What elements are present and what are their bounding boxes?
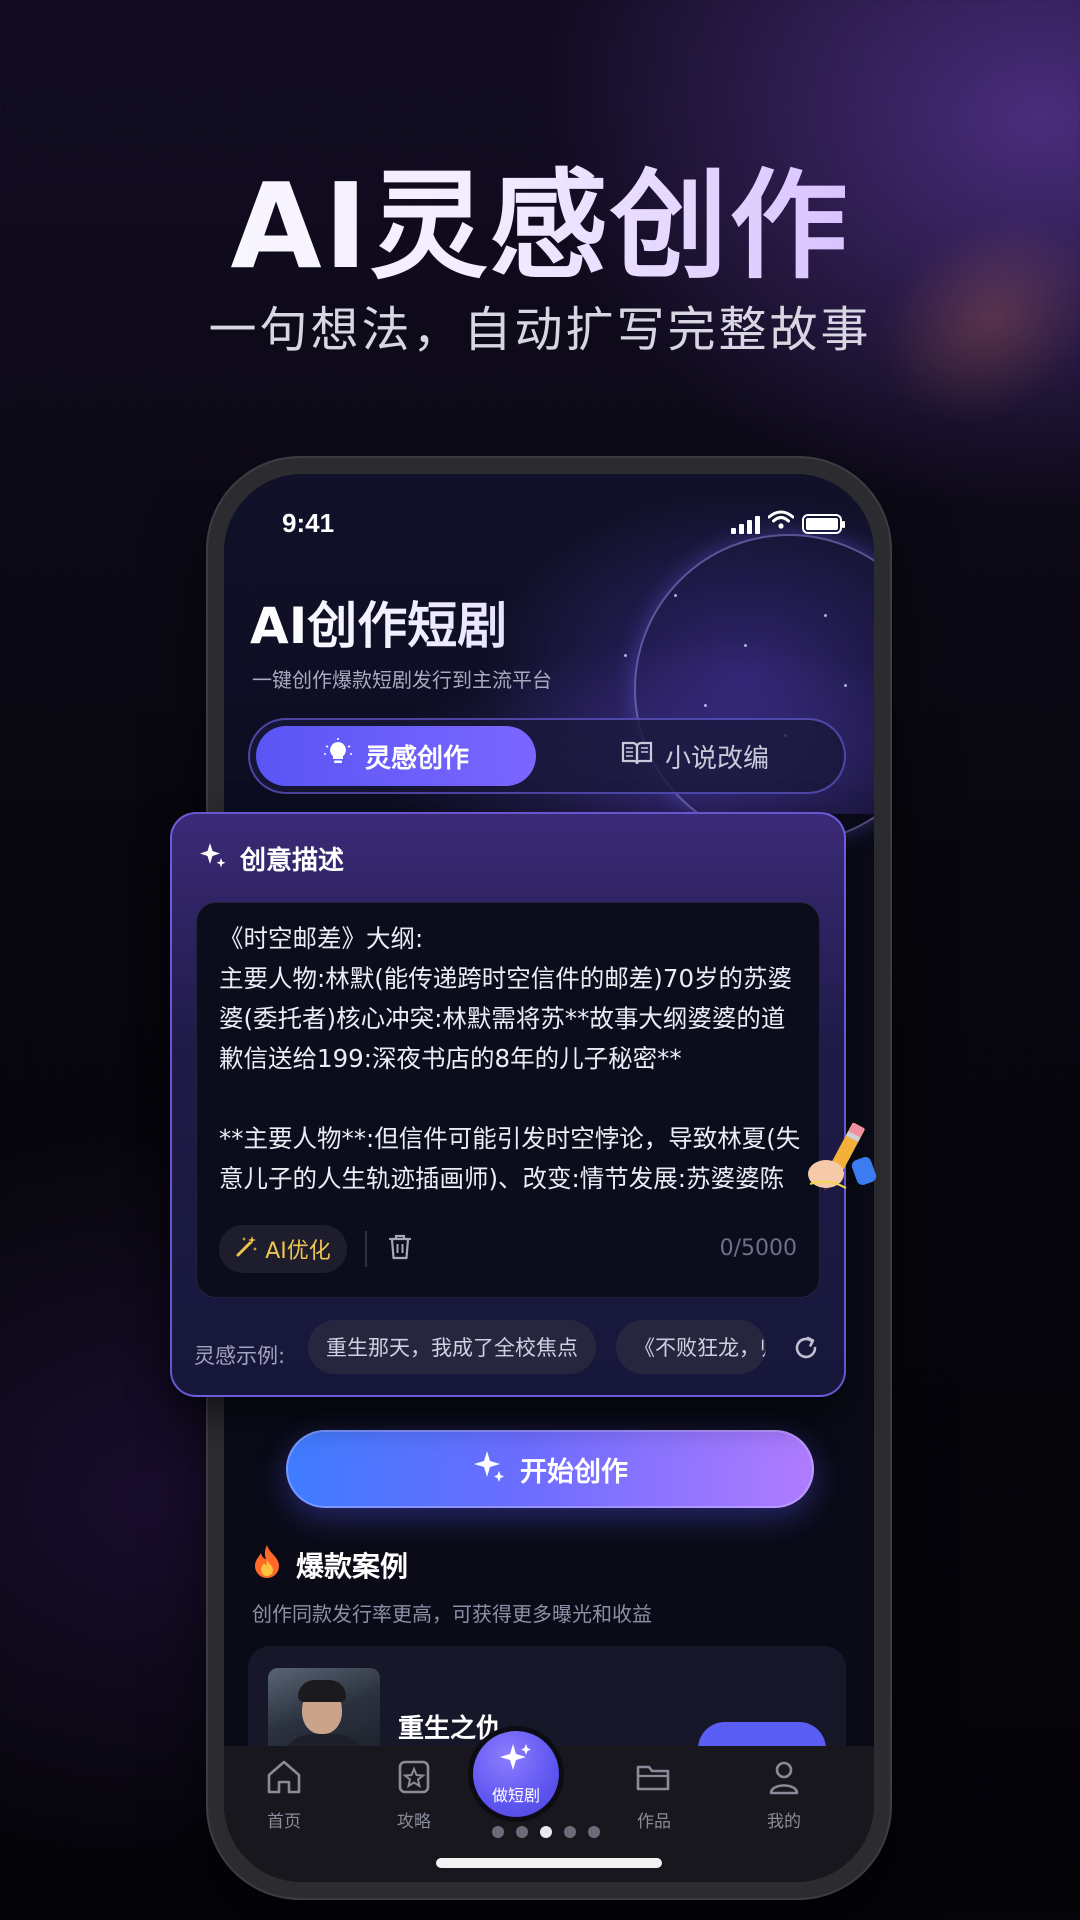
trash-icon[interactable] (387, 1233, 413, 1265)
ai-optimize-label: AI优化 (265, 1239, 331, 1264)
tab-inspiration[interactable]: 灵感创作 (256, 726, 536, 786)
card-header: 创意描述 (198, 840, 344, 877)
tabbar-guide-label: 攻略 (397, 1812, 431, 1832)
ai-optimize-button[interactable]: AI优化 (219, 1225, 347, 1273)
page-dot (492, 1826, 504, 1838)
mode-tabs: 灵感创作 小说改编 (248, 718, 846, 794)
page-dot-active (540, 1826, 552, 1838)
char-counter: 0/5000 (719, 1236, 797, 1261)
sparkle-icon (198, 840, 228, 877)
folder-icon (634, 1758, 674, 1801)
hot-cases-subtitle: 创作同款发行率更高，可获得更多曝光和收益 (252, 1602, 652, 1626)
example-chip[interactable]: 重生那天，我成了全校焦点 (308, 1320, 596, 1374)
tab-inspiration-label: 灵感创作 (364, 743, 469, 774)
toolbar-divider (365, 1231, 367, 1267)
page-dot (564, 1826, 576, 1838)
app-subtitle: 一键创作爆款短剧发行到主流平台 (252, 668, 552, 692)
tabbar-mine-label: 我的 (767, 1812, 801, 1832)
tabbar-item-mine[interactable]: 我的 (734, 1758, 834, 1832)
hero-title: AI灵感创作 (0, 130, 1080, 301)
guide-icon (394, 1758, 434, 1801)
tabbar-item-works[interactable]: 作品 (604, 1758, 704, 1832)
page-dot (516, 1826, 528, 1838)
card-heading: 创意描述 (240, 846, 345, 876)
hot-cases-title-text: 爆款案例 (296, 1549, 409, 1583)
wifi-icon (767, 510, 795, 534)
tabbar-home-label: 首页 (267, 1812, 301, 1832)
hot-cases-title: 爆款案例 (252, 1544, 408, 1585)
battery-icon (802, 514, 845, 534)
page-dot (588, 1826, 600, 1838)
story-input-text[interactable]: 《时空邮差》大纲: 主要人物:林默(能传递跨时空信件的邮差)70岁的苏婆婆(委托… (219, 919, 803, 1199)
make-drama-button[interactable]: 做短剧 (468, 1726, 564, 1822)
make-drama-label: 做短剧 (491, 1786, 540, 1805)
signal-icon (731, 514, 760, 534)
fire-icon (252, 1544, 282, 1585)
tab-novel-adapt[interactable]: 小说改编 (550, 726, 840, 786)
story-input[interactable]: 《时空邮差》大纲: 主要人物:林默(能传递跨时空信件的邮差)70岁的苏婆婆(委托… (196, 902, 820, 1298)
tab-novel-label: 小说改编 (664, 743, 769, 774)
tabbar-works-label: 作品 (637, 1812, 671, 1832)
book-icon (621, 740, 653, 773)
pencil-hand-icon (798, 1118, 878, 1212)
home-indicator (436, 1858, 662, 1868)
creative-description-card: 创意描述 《时空邮差》大纲: 主要人物:林默(能传递跨时空信件的邮差)70岁的苏… (170, 812, 846, 1397)
lightbulb-icon (323, 737, 353, 775)
examples-label: 灵感示例: (194, 1344, 286, 1368)
tabbar-item-guide[interactable]: 攻略 (364, 1758, 464, 1832)
sparkle-icon (472, 1449, 506, 1490)
page-indicator (492, 1826, 600, 1838)
app-title: AI创作短剧 (250, 586, 507, 658)
status-time: 9:41 (282, 508, 335, 538)
sparkle-icon (498, 1742, 534, 1780)
home-icon (264, 1758, 304, 1801)
hero-subtitle: 一句想法，自动扩写完整故事 (208, 302, 872, 358)
start-create-label: 开始创作 (520, 1456, 628, 1488)
status-icons (731, 510, 845, 534)
example-chip[interactable]: 《不败狂龙，归 (616, 1320, 766, 1374)
refresh-icon[interactable] (792, 1334, 820, 1366)
user-icon (764, 1758, 804, 1801)
magic-wand-icon (235, 1234, 259, 1264)
tabbar-item-home[interactable]: 首页 (234, 1758, 334, 1832)
planet-arc (634, 534, 874, 844)
start-create-button[interactable]: 开始创作 (286, 1430, 814, 1508)
